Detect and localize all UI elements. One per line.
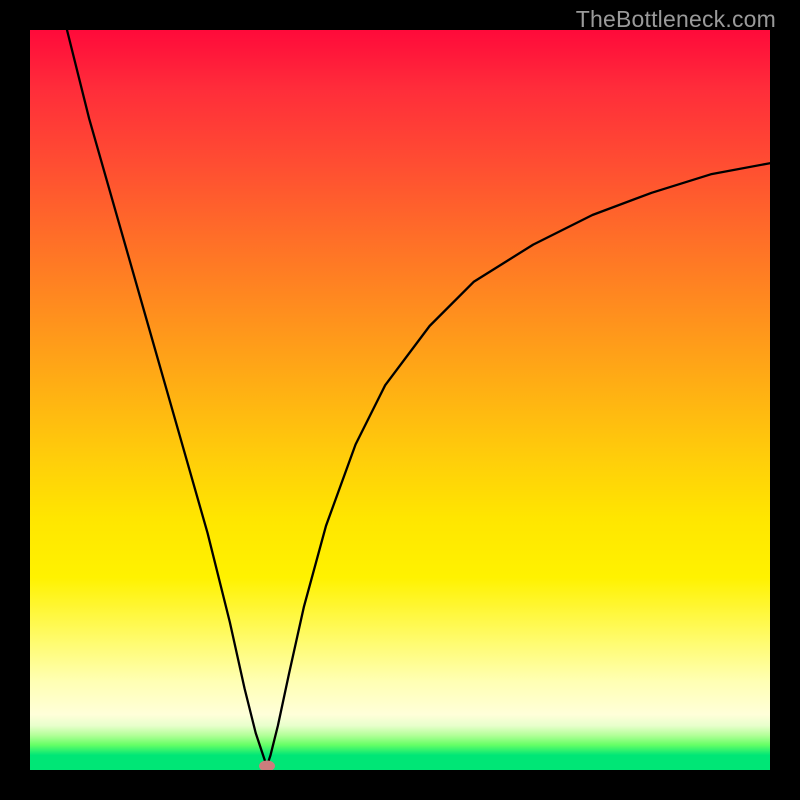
outer-frame: TheBottleneck.com [0, 0, 800, 800]
watermark-text: TheBottleneck.com [576, 6, 776, 33]
plot-area [30, 30, 770, 770]
minimum-marker-dot [259, 761, 275, 770]
curve-layer [30, 30, 770, 770]
bottleneck-curve [67, 30, 770, 766]
